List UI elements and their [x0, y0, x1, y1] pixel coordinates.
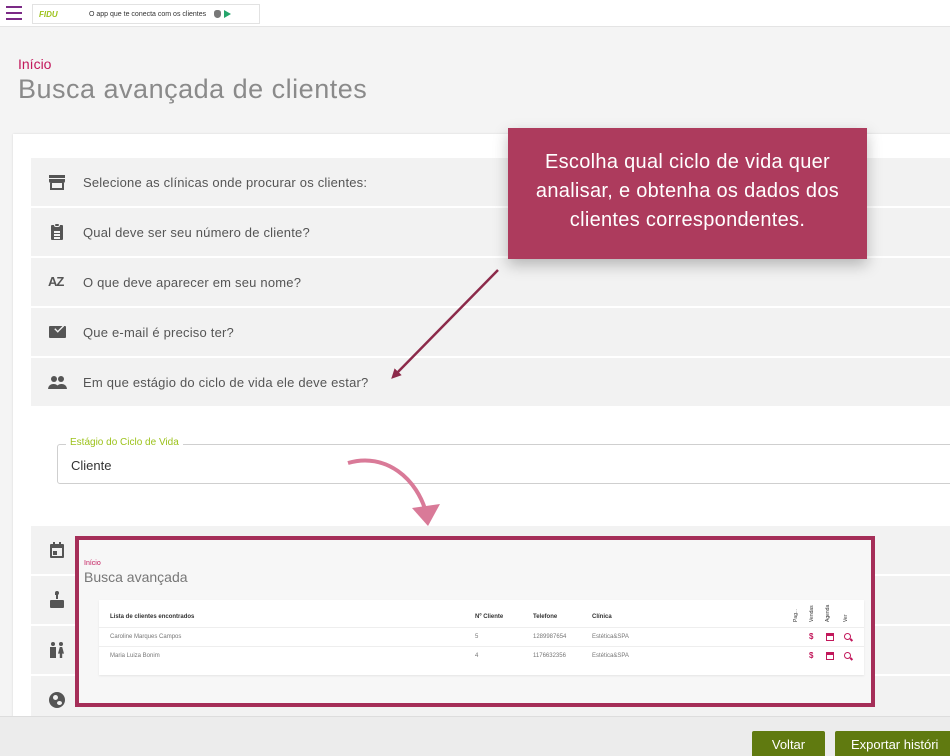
table-row: Maria Luiza Bonim 4 1176632356 Estética&…	[99, 646, 864, 665]
col-phone-header[interactable]: Telefone	[533, 614, 557, 620]
sales-icon[interactable]: $	[809, 632, 813, 641]
back-button[interactable]: Voltar	[752, 731, 825, 756]
calendar-icon[interactable]	[826, 652, 834, 660]
col-schedule-header: Agenda	[825, 604, 831, 622]
calendar-icon[interactable]	[826, 633, 834, 641]
inset-breadcrumb: Início	[84, 560, 101, 567]
results-table: Lista de clientes encontrados Nº Cliente…	[99, 600, 864, 675]
table-row: Caroline Marques Campos 5 1289987654 Est…	[99, 627, 864, 646]
client-number: 5	[475, 634, 479, 640]
sales-icon[interactable]: $	[809, 651, 813, 660]
result-preview: Início Busca avançada Lista de clientes …	[75, 536, 875, 707]
client-number: 4	[475, 653, 479, 659]
client-clinic: Estética&SPA	[592, 634, 629, 640]
client-name: Caroline Marques Campos	[110, 634, 182, 640]
client-clinic: Estética&SPA	[592, 653, 629, 659]
export-history-button[interactable]: Exportar históri	[835, 731, 950, 756]
result-arrow-head	[412, 504, 440, 526]
col-number-header[interactable]: Nº Cliente	[475, 614, 503, 620]
col-clinic-header[interactable]: Clínica	[592, 614, 612, 620]
col-sales-header: Vendas	[809, 605, 815, 622]
client-phone: 1176632356	[533, 653, 566, 659]
view-icon[interactable]	[844, 652, 851, 659]
col-name-header[interactable]: Lista de clientes encontrados	[110, 614, 194, 620]
col-view-header: Ver	[843, 614, 849, 622]
inset-title: Busca avançada	[84, 569, 188, 585]
callout-arrow	[391, 269, 499, 379]
client-name: Maria Luiza Bonim	[110, 653, 160, 659]
col-pay-header: Pag...	[793, 608, 799, 622]
view-icon[interactable]	[844, 633, 851, 640]
client-phone: 1289987654	[533, 634, 567, 640]
